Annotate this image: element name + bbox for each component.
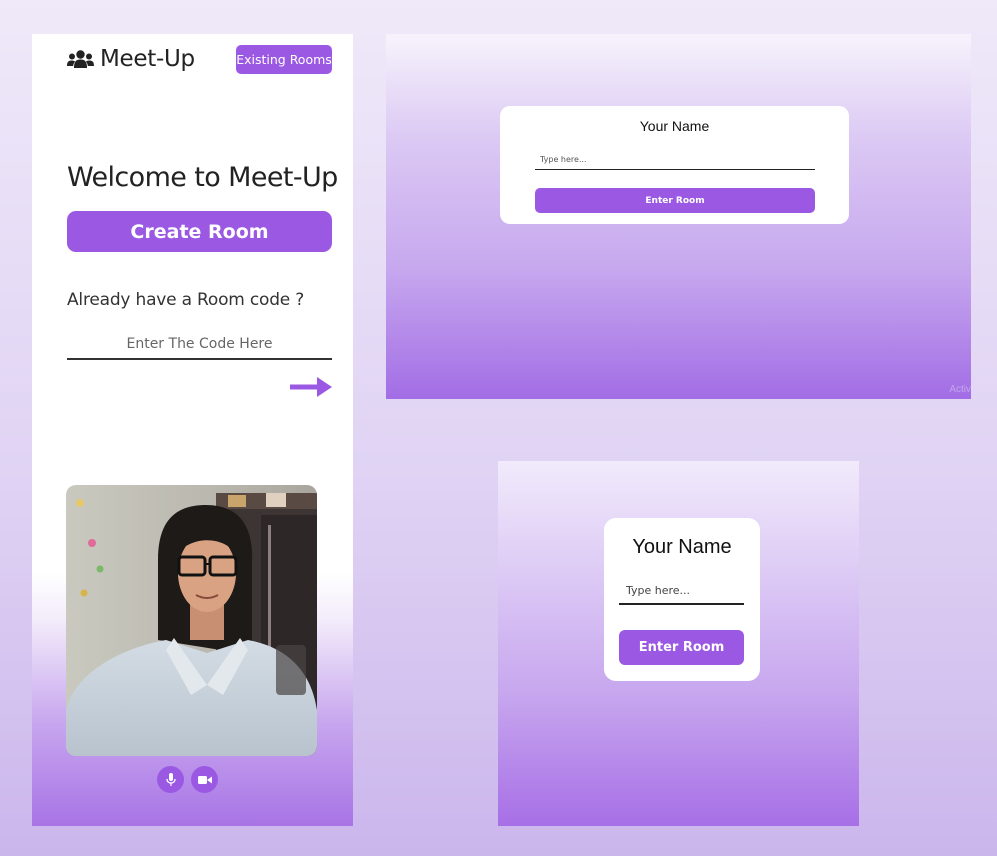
mobile-view: Meet-Up Existing Rooms Welcome to Meet-U… xyxy=(32,34,353,826)
desktop-view: Your Name Enter Room Activ xyxy=(386,34,971,399)
enter-room-button[interactable]: Enter Room xyxy=(535,188,815,213)
room-code-prompt: Already have a Room code ? xyxy=(67,290,305,310)
card-title: Your Name xyxy=(639,118,710,134)
tablet-view: Your Name Enter Room xyxy=(498,461,859,826)
existing-rooms-button[interactable]: Existing Rooms xyxy=(236,45,332,74)
create-room-button[interactable]: Create Room xyxy=(67,211,332,252)
brand-name: Meet-Up xyxy=(100,46,195,72)
name-card: Your Name Enter Room xyxy=(604,518,760,681)
room-code-input[interactable] xyxy=(67,330,332,360)
activation-watermark: Activ xyxy=(949,384,971,395)
camera-button[interactable] xyxy=(191,766,218,793)
welcome-heading: Welcome to Meet-Up xyxy=(67,162,338,193)
enter-room-button[interactable]: Enter Room xyxy=(619,630,744,665)
brand: Meet-Up xyxy=(67,46,195,72)
name-input[interactable] xyxy=(535,150,815,170)
users-icon xyxy=(67,50,94,68)
name-input[interactable] xyxy=(619,578,744,605)
card-title: Your Name xyxy=(632,536,732,558)
video-preview xyxy=(66,485,317,756)
name-card: Your Name Enter Room xyxy=(500,106,849,224)
mic-button[interactable] xyxy=(157,766,184,793)
microphone-icon xyxy=(165,773,176,786)
video-camera-icon xyxy=(197,775,212,784)
arrow-right-icon[interactable] xyxy=(290,375,332,399)
